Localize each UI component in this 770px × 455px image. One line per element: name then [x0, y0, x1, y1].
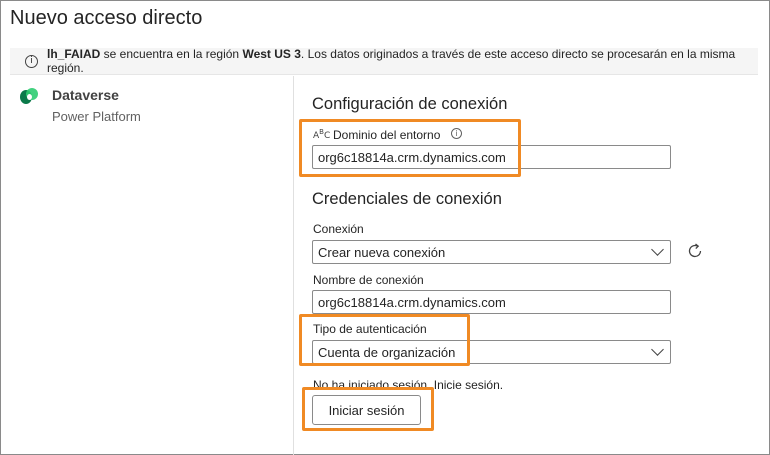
connection-label: Conexión — [313, 222, 364, 236]
refresh-icon[interactable] — [685, 241, 705, 261]
connection-name-label: Nombre de conexión — [313, 273, 424, 287]
panel-divider — [293, 76, 294, 455]
chevron-down-icon — [651, 243, 664, 256]
connector-name: Dataverse — [52, 87, 119, 103]
domain-input[interactable]: org6c18814a.crm.dynamics.com — [312, 145, 671, 169]
info-icon: i — [25, 54, 38, 68]
chevron-down-icon — [651, 343, 664, 356]
lakehouse-name: lh_FAIAD — [47, 47, 101, 61]
text-field-icon: ABC — [313, 128, 331, 141]
domain-info-icon[interactable]: i — [451, 128, 462, 139]
region-info-text: lh_FAIAD se encuentra en la región West … — [47, 47, 736, 75]
connection-select-value: Crear nueva conexión — [318, 245, 446, 260]
sign-in-button[interactable]: Iniciar sesión — [312, 395, 421, 425]
connection-select[interactable]: Crear nueva conexión — [312, 240, 671, 264]
connector-header: Dataverse — [20, 87, 119, 106]
auth-type-label: Tipo de autenticación — [313, 322, 427, 336]
domain-label: Dominio del entorno — [333, 128, 441, 142]
auth-type-select[interactable]: Cuenta de organización — [312, 340, 671, 364]
dataverse-logo-icon — [20, 88, 38, 106]
connection-credentials-heading: Credenciales de conexión — [312, 190, 502, 208]
region-name: West US 3 — [242, 47, 301, 61]
auth-type-select-value: Cuenta de organización — [318, 345, 456, 360]
dialog-title: Nuevo acceso directo — [10, 7, 203, 29]
region-info-bar: i lh_FAIAD se encuentra en la región Wes… — [10, 47, 758, 75]
signin-status-text: No ha iniciado sesión. Inicie sesión. — [313, 378, 504, 392]
connector-platform: Power Platform — [52, 109, 141, 124]
connection-name-input[interactable]: org6c18814a.crm.dynamics.com — [312, 290, 671, 314]
connection-settings-heading: Configuración de conexión — [312, 95, 508, 113]
